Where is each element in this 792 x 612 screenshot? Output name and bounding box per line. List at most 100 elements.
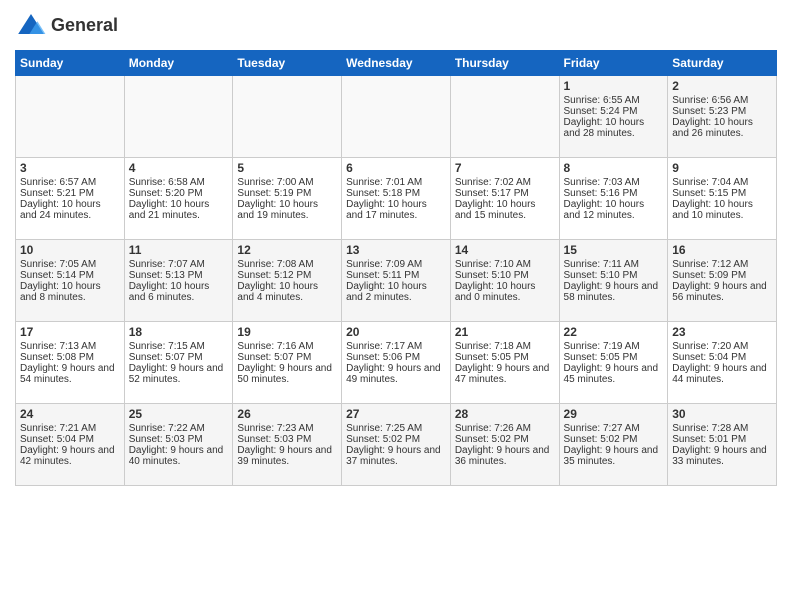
day-info-line: Sunset: 5:19 PM xyxy=(237,188,337,199)
day-info-line: Sunrise: 7:02 AM xyxy=(455,177,555,188)
calendar-cell-w1d3: 6Sunrise: 7:01 AMSunset: 5:18 PMDaylight… xyxy=(342,158,451,240)
day-info-line: Daylight: 9 hours and 35 minutes. xyxy=(564,445,664,467)
calendar-cell-w4d6: 30Sunrise: 7:28 AMSunset: 5:01 PMDayligh… xyxy=(668,404,777,486)
calendar-cell-w1d2: 5Sunrise: 7:00 AMSunset: 5:19 PMDaylight… xyxy=(233,158,342,240)
day-info-line: Sunset: 5:20 PM xyxy=(129,188,229,199)
day-number: 4 xyxy=(129,161,229,175)
logo-icon xyxy=(15,10,47,42)
day-info-line: Sunrise: 7:01 AM xyxy=(346,177,446,188)
day-number: 10 xyxy=(20,243,120,257)
day-info-line: Daylight: 10 hours and 15 minutes. xyxy=(455,199,555,221)
calendar-header: SundayMondayTuesdayWednesdayThursdayFrid… xyxy=(16,51,777,76)
day-info-line: Sunset: 5:11 PM xyxy=(346,270,446,281)
day-info-line: Sunset: 5:09 PM xyxy=(672,270,772,281)
calendar-cell-w3d1: 18Sunrise: 7:15 AMSunset: 5:07 PMDayligh… xyxy=(124,322,233,404)
day-info-line: Daylight: 10 hours and 24 minutes. xyxy=(20,199,120,221)
day-number: 2 xyxy=(672,79,772,93)
weekday-sunday: Sunday xyxy=(16,51,125,76)
day-info-line: Sunrise: 7:07 AM xyxy=(129,259,229,270)
calendar-cell-w2d5: 15Sunrise: 7:11 AMSunset: 5:10 PMDayligh… xyxy=(559,240,668,322)
calendar-week-1: 3Sunrise: 6:57 AMSunset: 5:21 PMDaylight… xyxy=(16,158,777,240)
day-info-line: Daylight: 9 hours and 47 minutes. xyxy=(455,363,555,385)
day-info-line: Daylight: 9 hours and 36 minutes. xyxy=(455,445,555,467)
calendar-cell-w0d5: 1Sunrise: 6:55 AMSunset: 5:24 PMDaylight… xyxy=(559,76,668,158)
day-number: 13 xyxy=(346,243,446,257)
day-info-line: Daylight: 9 hours and 54 minutes. xyxy=(20,363,120,385)
calendar-cell-w3d2: 19Sunrise: 7:16 AMSunset: 5:07 PMDayligh… xyxy=(233,322,342,404)
calendar-cell-w2d0: 10Sunrise: 7:05 AMSunset: 5:14 PMDayligh… xyxy=(16,240,125,322)
day-info-line: Sunrise: 7:27 AM xyxy=(564,423,664,434)
day-info-line: Sunset: 5:02 PM xyxy=(564,434,664,445)
day-info-line: Sunrise: 7:12 AM xyxy=(672,259,772,270)
calendar-week-4: 24Sunrise: 7:21 AMSunset: 5:04 PMDayligh… xyxy=(16,404,777,486)
calendar-table: SundayMondayTuesdayWednesdayThursdayFrid… xyxy=(15,50,777,486)
day-info-line: Sunrise: 7:28 AM xyxy=(672,423,772,434)
day-info-line: Sunrise: 6:58 AM xyxy=(129,177,229,188)
calendar-cell-w2d1: 11Sunrise: 7:07 AMSunset: 5:13 PMDayligh… xyxy=(124,240,233,322)
calendar-cell-w3d4: 21Sunrise: 7:18 AMSunset: 5:05 PMDayligh… xyxy=(450,322,559,404)
calendar-cell-w1d1: 4Sunrise: 6:58 AMSunset: 5:20 PMDaylight… xyxy=(124,158,233,240)
calendar-cell-w0d0 xyxy=(16,76,125,158)
day-info-line: Sunrise: 7:05 AM xyxy=(20,259,120,270)
day-info-line: Daylight: 9 hours and 50 minutes. xyxy=(237,363,337,385)
day-info-line: Daylight: 9 hours and 49 minutes. xyxy=(346,363,446,385)
day-info-line: Daylight: 10 hours and 17 minutes. xyxy=(346,199,446,221)
logo-text: General xyxy=(51,15,118,37)
day-info-line: Daylight: 9 hours and 58 minutes. xyxy=(564,281,664,303)
day-info-line: Daylight: 10 hours and 28 minutes. xyxy=(564,117,664,139)
day-number: 29 xyxy=(564,407,664,421)
day-info-line: Daylight: 10 hours and 6 minutes. xyxy=(129,281,229,303)
day-info-line: Sunrise: 7:20 AM xyxy=(672,341,772,352)
day-info-line: Daylight: 10 hours and 10 minutes. xyxy=(672,199,772,221)
day-info-line: Sunrise: 7:13 AM xyxy=(20,341,120,352)
day-info-line: Sunrise: 7:08 AM xyxy=(237,259,337,270)
calendar-cell-w1d5: 8Sunrise: 7:03 AMSunset: 5:16 PMDaylight… xyxy=(559,158,668,240)
calendar-cell-w2d4: 14Sunrise: 7:10 AMSunset: 5:10 PMDayligh… xyxy=(450,240,559,322)
weekday-monday: Monday xyxy=(124,51,233,76)
day-info-line: Sunset: 5:08 PM xyxy=(20,352,120,363)
day-number: 18 xyxy=(129,325,229,339)
day-number: 16 xyxy=(672,243,772,257)
calendar-week-0: 1Sunrise: 6:55 AMSunset: 5:24 PMDaylight… xyxy=(16,76,777,158)
day-info-line: Sunrise: 7:26 AM xyxy=(455,423,555,434)
day-info-line: Sunset: 5:23 PM xyxy=(672,106,772,117)
calendar-cell-w1d6: 9Sunrise: 7:04 AMSunset: 5:15 PMDaylight… xyxy=(668,158,777,240)
day-number: 15 xyxy=(564,243,664,257)
weekday-wednesday: Wednesday xyxy=(342,51,451,76)
day-info-line: Sunrise: 7:11 AM xyxy=(564,259,664,270)
day-info-line: Sunset: 5:16 PM xyxy=(564,188,664,199)
day-info-line: Sunrise: 7:15 AM xyxy=(129,341,229,352)
weekday-header-row: SundayMondayTuesdayWednesdayThursdayFrid… xyxy=(16,51,777,76)
day-info-line: Sunset: 5:07 PM xyxy=(237,352,337,363)
day-info-line: Sunset: 5:04 PM xyxy=(20,434,120,445)
day-number: 30 xyxy=(672,407,772,421)
day-info-line: Sunrise: 7:19 AM xyxy=(564,341,664,352)
calendar-cell-w2d3: 13Sunrise: 7:09 AMSunset: 5:11 PMDayligh… xyxy=(342,240,451,322)
calendar-cell-w3d3: 20Sunrise: 7:17 AMSunset: 5:06 PMDayligh… xyxy=(342,322,451,404)
day-info-line: Sunrise: 7:18 AM xyxy=(455,341,555,352)
day-info-line: Daylight: 9 hours and 39 minutes. xyxy=(237,445,337,467)
day-info-line: Sunrise: 7:09 AM xyxy=(346,259,446,270)
day-info-line: Daylight: 10 hours and 4 minutes. xyxy=(237,281,337,303)
day-info-line: Daylight: 9 hours and 52 minutes. xyxy=(129,363,229,385)
page-container: General SundayMondayTuesdayWednesdayThur… xyxy=(0,0,792,496)
weekday-friday: Friday xyxy=(559,51,668,76)
day-info-line: Daylight: 9 hours and 40 minutes. xyxy=(129,445,229,467)
page-header: General xyxy=(15,10,777,42)
day-info-line: Sunset: 5:05 PM xyxy=(564,352,664,363)
day-info-line: Sunrise: 6:56 AM xyxy=(672,95,772,106)
day-info-line: Sunrise: 7:23 AM xyxy=(237,423,337,434)
weekday-saturday: Saturday xyxy=(668,51,777,76)
day-number: 26 xyxy=(237,407,337,421)
calendar-cell-w3d0: 17Sunrise: 7:13 AMSunset: 5:08 PMDayligh… xyxy=(16,322,125,404)
day-number: 19 xyxy=(237,325,337,339)
day-info-line: Daylight: 10 hours and 0 minutes. xyxy=(455,281,555,303)
day-number: 7 xyxy=(455,161,555,175)
calendar-cell-w4d2: 26Sunrise: 7:23 AMSunset: 5:03 PMDayligh… xyxy=(233,404,342,486)
logo: General xyxy=(15,10,118,42)
day-number: 23 xyxy=(672,325,772,339)
day-info-line: Sunrise: 7:00 AM xyxy=(237,177,337,188)
day-number: 27 xyxy=(346,407,446,421)
day-info-line: Sunset: 5:06 PM xyxy=(346,352,446,363)
day-number: 11 xyxy=(129,243,229,257)
